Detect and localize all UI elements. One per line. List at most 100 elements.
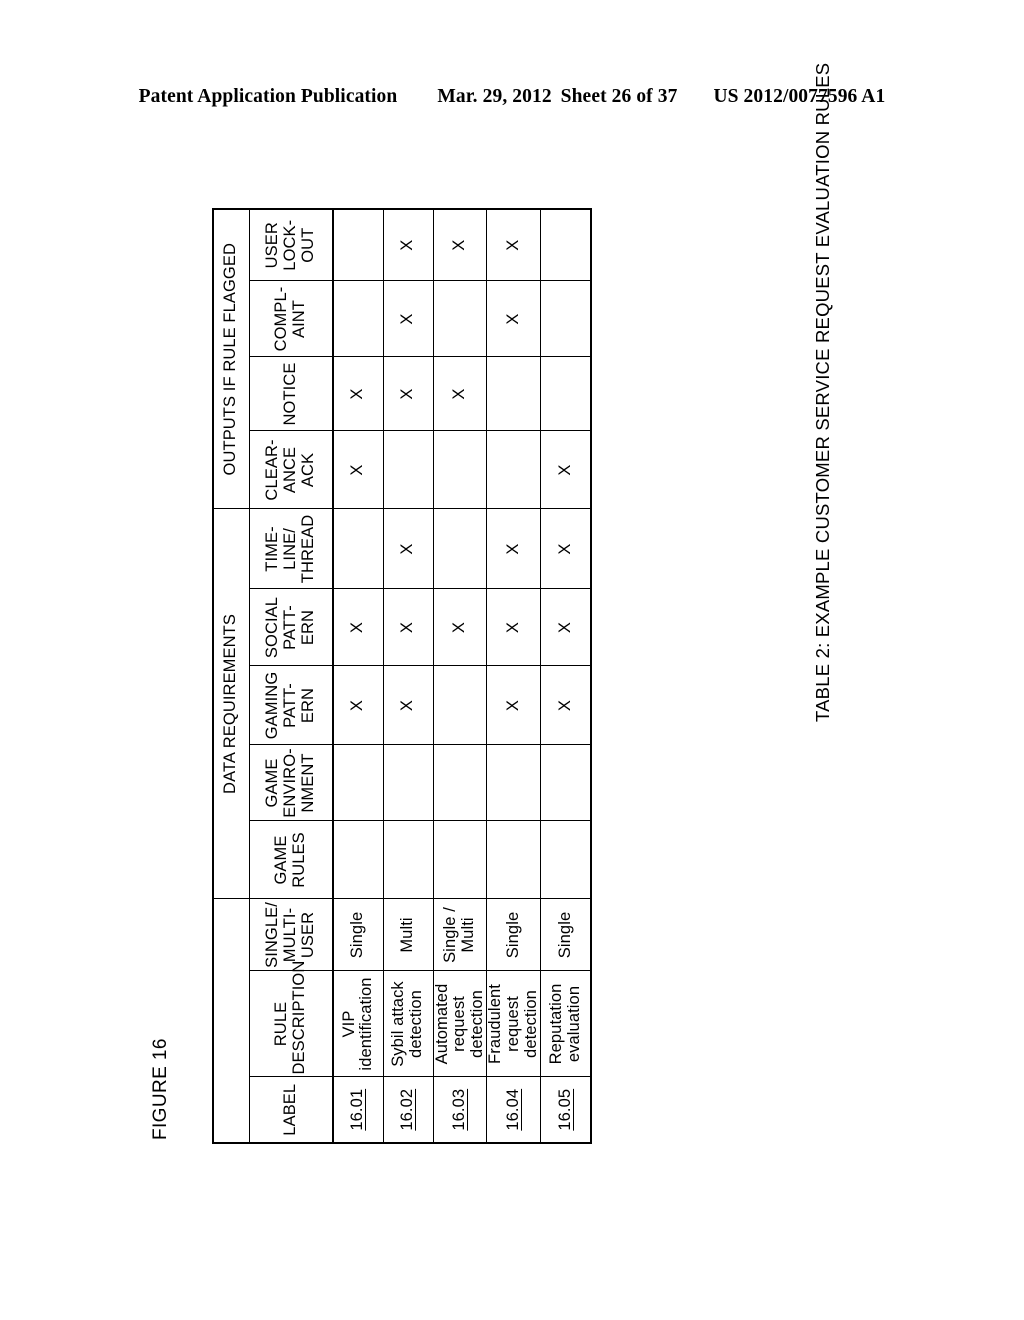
column-header-user-lockout-text: USER LOCK- OUT <box>263 219 317 271</box>
cell-rule-description: Reputation evaluation <box>540 971 591 1077</box>
cell-no-marked: X <box>383 357 433 431</box>
patent-number: US 2012/0077596 A1 <box>713 86 886 107</box>
column-header-clearance-ack: CLEAR- ANCE ACK <box>249 431 333 509</box>
column-header-single-multi-user: SINGLE/MULTI- USER <box>249 899 333 971</box>
cell-ul-marked: X <box>486 208 541 281</box>
cell-sp-marked: X <box>433 589 487 666</box>
cell-ge-empty <box>383 745 433 821</box>
cell-single-multi-user: Multi <box>383 899 433 971</box>
cell-ge-empty <box>433 745 487 821</box>
column-header-single-multi-user-text: SINGLE/MULTI- USER <box>263 902 317 968</box>
cell-no-empty <box>540 357 591 431</box>
cell-label: 16.05 <box>540 1077 591 1143</box>
cell-tl-empty <box>333 509 383 589</box>
column-header-rule-description: RULE DESCRIPTION <box>249 960 333 1077</box>
cell-ca-marked: X <box>333 431 383 509</box>
column-header-social-pattern-text: SOCIAL PATT- ERN <box>263 596 317 659</box>
cell-rule-description: Sybil attack detection <box>383 971 433 1077</box>
table-row: 16.01 VIP identification Single X X X X <box>333 208 383 1143</box>
column-header-timeline-thread-text: TIME- LINE/THREAD <box>263 514 317 584</box>
column-header-gaming-pattern-text: GAMING PATT- ERN <box>263 671 317 740</box>
rules-table-body: 16.01 VIP identification Single X X X X 16.02 Sy… <box>333 208 591 1143</box>
group-header-data-requirements: DATA REQUIREMENTS <box>213 509 249 899</box>
cell-ge-empty <box>540 745 591 821</box>
cell-ca-empty <box>486 431 541 509</box>
column-header-complaint-text: COMPL- AINT <box>272 286 308 352</box>
column-header-clearance-ack-text: CLEAR- ANCE ACK <box>263 439 317 501</box>
cell-single-multi-user: Single <box>540 899 591 971</box>
cell-gp-empty <box>433 666 487 745</box>
column-header-gaming-pattern: GAMING PATT- ERN <box>249 666 333 745</box>
column-header-game-environment-text: GAME ENVIRO- NMENT <box>263 748 317 818</box>
cell-co-empty <box>333 281 383 357</box>
cell-tl-marked: X <box>540 509 591 589</box>
column-header-game-rules: GAME RULES <box>249 821 333 899</box>
cell-gr-empty <box>383 821 433 899</box>
cell-gp-marked: X <box>383 666 433 745</box>
column-header-row: LABEL RULE DESCRIPTION SINGLE/MULTI- USER … <box>249 208 333 1143</box>
table-row: 16.04 Fraudulent request detection Single X X… <box>486 208 541 1143</box>
cell-label: 16.03 <box>433 1077 487 1143</box>
column-header-user-lockout: USER LOCK- OUT <box>249 208 333 281</box>
column-header-rule-description-text: RULE DESCRIPTION <box>272 960 308 1075</box>
cell-tl-marked: X <box>486 509 541 589</box>
publication-date: Mar. 29, 2012 <box>437 86 552 107</box>
group-header-blank <box>213 899 249 1143</box>
cell-sp-marked: X <box>540 589 591 666</box>
cell-gr-empty <box>433 821 487 899</box>
table-row: 16.03 Automated request detection Single / M… <box>433 208 487 1143</box>
cell-sp-marked: X <box>333 589 383 666</box>
cell-co-empty <box>433 281 487 357</box>
column-header-notice-text: NOTICE <box>280 362 299 426</box>
cell-co-empty <box>540 281 591 357</box>
cell-sp-marked: X <box>486 589 541 666</box>
cell-gr-empty <box>540 821 591 899</box>
rules-table-container: DATA REQUIREMENTS OUTPUTS IF RULE FLAGGE… <box>212 207 592 1144</box>
cell-rule-description: Automated request detection <box>433 971 487 1077</box>
column-header-label: LABEL <box>249 1077 333 1143</box>
table-row: 16.05 Reputation evaluation Single X X X X <box>540 208 591 1143</box>
sheet-number: Sheet 26 of 37 <box>560 86 678 107</box>
column-header-notice: NOTICE <box>249 357 333 431</box>
group-header-row: DATA REQUIREMENTS OUTPUTS IF RULE FLAGGE… <box>213 208 249 1143</box>
cell-single-multi-user: Single / Multi <box>433 899 487 971</box>
cell-tl-empty <box>433 509 487 589</box>
cell-gp-marked: X <box>486 666 541 745</box>
cell-label: 16.01 <box>333 1077 383 1143</box>
cell-co-marked: X <box>486 281 541 357</box>
cell-no-empty <box>486 357 541 431</box>
cell-single-multi-user: Single <box>333 899 383 971</box>
cell-ul-empty <box>540 208 591 281</box>
group-header-outputs: OUTPUTS IF RULE FLAGGED <box>213 208 249 509</box>
rules-table: DATA REQUIREMENTS OUTPUTS IF RULE FLAGGE… <box>212 207 592 1144</box>
patent-header: Patent Application Publication Mar. 29, 2… <box>0 86 1024 108</box>
column-header-label-text: LABEL <box>280 1083 299 1136</box>
cell-ge-empty <box>486 745 541 821</box>
column-header-social-pattern: SOCIAL PATT- ERN <box>249 589 333 666</box>
cell-gp-marked: X <box>540 666 591 745</box>
cell-gr-empty <box>486 821 541 899</box>
column-header-complaint: COMPL- AINT <box>249 281 333 357</box>
cell-label: 16.02 <box>383 1077 433 1143</box>
cell-gp-marked: X <box>333 666 383 745</box>
cell-tl-marked: X <box>383 509 433 589</box>
table-row: 16.02 Sybil attack detection Multi X X X X X X <box>383 208 433 1143</box>
cell-ul-marked: X <box>433 208 487 281</box>
cell-no-marked: X <box>333 357 383 431</box>
cell-ul-marked: X <box>383 208 433 281</box>
column-header-timeline-thread: TIME- LINE/THREAD <box>249 509 333 589</box>
cell-label: 16.04 <box>486 1077 541 1143</box>
cell-rule-description: VIP identification <box>333 971 383 1077</box>
column-header-game-environment: GAME ENVIRO- NMENT <box>249 745 333 821</box>
cell-ca-empty <box>383 431 433 509</box>
publication-title: Patent Application Publication <box>138 86 398 107</box>
cell-gr-empty <box>333 821 383 899</box>
cell-no-marked: X <box>433 357 487 431</box>
cell-ca-empty <box>433 431 487 509</box>
cell-rule-description: Fraudulent request detection <box>486 971 541 1077</box>
column-header-game-rules-text: GAME RULES <box>272 832 308 888</box>
figure-label: FIGURE 16 <box>150 1038 171 1140</box>
cell-ul-empty <box>333 208 383 281</box>
table-caption: TABLE 2: EXAMPLE CUSTOMER SERVICE REQUES… <box>812 62 833 722</box>
cell-single-multi-user: Single <box>486 899 541 971</box>
